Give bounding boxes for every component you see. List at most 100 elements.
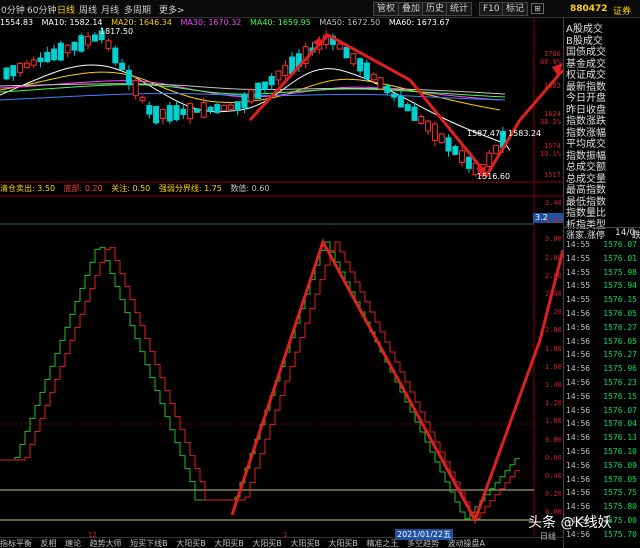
- tick-time: 14:56: [566, 488, 591, 498]
- candle-body: [282, 64, 289, 76]
- candle-body: [78, 35, 85, 52]
- candle-body: [166, 105, 173, 122]
- indicator-tab-bar: 指标平衡 反相 缠论 趋势大师 短买下线B 大阳买B 大阳买B 大阳买B 大阳买…: [0, 537, 563, 548]
- bottom-tab[interactable]: 指标平衡: [0, 539, 32, 548]
- candle-body: [391, 93, 398, 98]
- indicator-axis-tick: 0.60: [545, 453, 562, 462]
- bottom-tab[interactable]: 缠论: [65, 539, 81, 548]
- indicator-divider: 强弱分界线: 1.75: [158, 184, 222, 193]
- tick-time: 14:56: [566, 405, 591, 415]
- tick-time: 14:56: [566, 309, 591, 318]
- price-axis-tick: 19.1%: [540, 150, 562, 158]
- bottom-tab[interactable]: 大阳买B: [214, 539, 244, 548]
- candle-body: [425, 120, 432, 132]
- tick-row: 14:56 1576.09: [564, 461, 640, 473]
- indicator-axis-tick: 1.00: [545, 417, 562, 426]
- indicator-axis-tick: 0.80: [545, 435, 562, 444]
- tick-row: 14:56 1576.27: [564, 350, 640, 362]
- candle-body: [214, 104, 221, 114]
- tick-price: 1576.10: [603, 447, 637, 456]
- tick-row: 14:55 1575.98: [564, 268, 640, 280]
- bottom-tab[interactable]: 短买下线B: [130, 539, 168, 548]
- candle-body: [227, 104, 234, 110]
- candle-body: [255, 82, 262, 99]
- candle-body: [418, 115, 425, 124]
- tick-price: 1576.05: [603, 474, 637, 484]
- tick-price: 1576.27: [603, 322, 637, 332]
- tick-price: 1576.04: [603, 419, 637, 429]
- candle-body: [132, 80, 139, 97]
- candle-body: [125, 69, 132, 85]
- bottom-tab[interactable]: 大阳买B: [290, 539, 320, 548]
- tick-row: 14:56 1576.10: [564, 447, 640, 459]
- tick-price: 1576.27: [603, 350, 637, 360]
- indicator-axis-tick: 2.80: [545, 253, 562, 262]
- candle-body: [275, 70, 282, 81]
- tick-price: 1575.80: [603, 502, 637, 512]
- indicator-value: 数值: 0.60: [230, 184, 270, 193]
- candle-body: [193, 108, 200, 113]
- bottom-tab[interactable]: 波动操盘A: [448, 539, 485, 548]
- candle-body: [248, 89, 255, 103]
- tick-time: 14:56: [566, 391, 591, 401]
- candle-body: [30, 59, 37, 66]
- limit-up-row: 涨家.涨停 14/0 跌: [564, 227, 640, 241]
- indicator-axis-tick: 1.80: [545, 344, 562, 353]
- indicator-bottom: 底部: 0.20: [63, 184, 103, 193]
- bottom-tab[interactable]: 大阳买B: [252, 539, 282, 548]
- candle-body: [207, 106, 214, 112]
- candle-body: [350, 53, 357, 65]
- indicator-legend: 清仓卖出: 3.50 底部: 0.20 关注: 0.50 强弱分界线: 1.75…: [0, 183, 560, 195]
- tick-time: 14:56: [566, 378, 591, 387]
- candle-body: [23, 62, 30, 68]
- tick-price: 1576.05: [603, 309, 637, 318]
- tick-time: 14:56: [566, 364, 591, 374]
- tick-time: 14:56: [566, 502, 591, 512]
- price-axis-tick: 1517: [544, 171, 561, 179]
- bottom-tab[interactable]: 大阳买B: [176, 539, 206, 548]
- candle-body: [17, 63, 24, 73]
- bottom-tab[interactable]: 趋势大师: [90, 539, 122, 548]
- candle-body: [397, 95, 404, 108]
- candle-body: [112, 47, 119, 64]
- candle-body: [200, 102, 207, 118]
- stock-name: 证券: [613, 7, 632, 17]
- tick-row: 14:56 1575.75: [564, 488, 640, 500]
- bottom-tab[interactable]: 反相: [41, 539, 57, 548]
- tick-time: 14:56: [566, 433, 591, 443]
- candle-body: [57, 42, 64, 61]
- tick-time: 14:56: [566, 447, 591, 456]
- candle-body: [44, 51, 51, 63]
- candle-body: [64, 44, 71, 54]
- candle-body: [119, 62, 126, 71]
- indicator-axis-tick: 0.40: [545, 472, 562, 480]
- kline-chart[interactable]: [0, 0, 563, 537]
- tick-row: 14:56 1576.04: [564, 419, 640, 431]
- month-label: 12: [88, 531, 97, 539]
- candle-body: [445, 137, 452, 152]
- candle-body: [105, 40, 112, 49]
- candle-body: [51, 48, 58, 61]
- tick-time: 14:56: [566, 474, 591, 484]
- candle-body: [10, 65, 17, 77]
- tick-time: 14:55: [566, 253, 591, 263]
- tick-row: 14:56 1575.96: [564, 364, 640, 376]
- tick-price: 1575.75: [603, 488, 637, 498]
- bottom-tab[interactable]: 精准之王: [366, 539, 398, 548]
- watermark: 头条 @K线妖: [528, 515, 612, 531]
- bottom-tab[interactable]: 多空趋势: [407, 539, 439, 548]
- tick-price: 1576.15: [603, 391, 637, 401]
- candle-body: [438, 133, 445, 144]
- candle-body: [261, 81, 268, 90]
- candle-body: [91, 34, 98, 42]
- tick-list[interactable]: 14:55 1576.07 14:55 1576.01 14:55 1575.98 14:5…: [564, 240, 640, 548]
- stock-code: 880472: [570, 4, 608, 14]
- price-axis-tick: 1760: [544, 50, 561, 58]
- high-price-label: 1817.50: [100, 27, 134, 36]
- tick-price: 1576.07: [603, 240, 637, 249]
- tick-time: 14:55: [566, 240, 591, 249]
- candle-body: [85, 35, 92, 46]
- bottom-tab[interactable]: 大阳买B: [328, 539, 358, 548]
- tick-row: 14:56 1576.07: [564, 406, 640, 418]
- candle-body: [336, 43, 343, 50]
